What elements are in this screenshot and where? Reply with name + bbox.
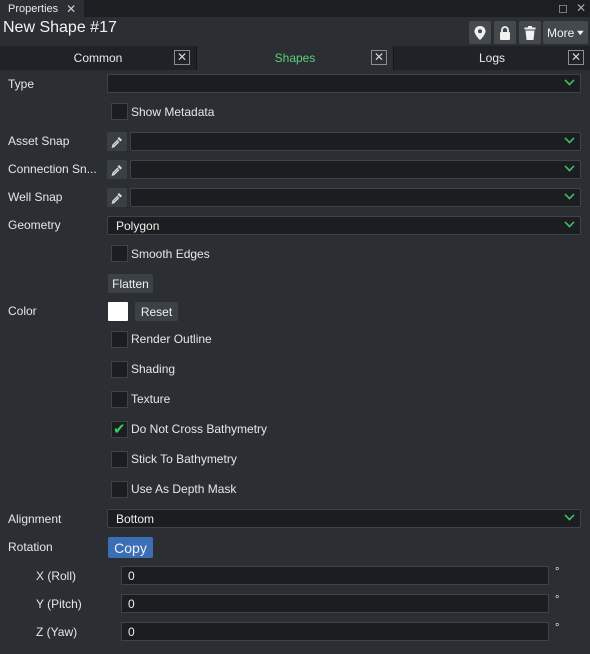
tab-common[interactable]: Common ✕ — [0, 46, 197, 70]
eyedropper-icon — [111, 192, 122, 204]
x-roll-input[interactable]: 0 — [121, 566, 549, 585]
render-outline-label: Render Outline — [131, 332, 212, 346]
reset-color-button[interactable]: Reset — [135, 302, 178, 321]
shading-label: Shading — [131, 362, 176, 376]
type-dropdown[interactable] — [107, 74, 581, 93]
tab-logs[interactable]: Logs ✕ — [394, 46, 590, 70]
do-not-cross-bathymetry-checkbox[interactable] — [111, 420, 128, 438]
type-label: Type — [8, 77, 35, 91]
stick-to-bathymetry-label: Stick To Bathymetry — [131, 452, 237, 466]
alignment-label: Alignment — [8, 512, 62, 526]
smooth-edges-label: Smooth Edges — [131, 247, 210, 261]
geometry-dropdown[interactable]: Polygon — [107, 216, 581, 235]
do-not-cross-bathymetry-label: Do Not Cross Bathymetry — [131, 422, 268, 436]
show-metadata-label: Show Metadata — [131, 105, 215, 119]
degree-unit: ° — [555, 594, 560, 606]
eyedropper-icon — [111, 136, 122, 148]
geometry-label: Geometry — [8, 218, 61, 232]
tab-close-icon[interactable]: ✕ — [371, 50, 387, 65]
window-controls: ◻ ✕ — [558, 1, 586, 15]
degree-unit: ° — [555, 622, 560, 634]
color-label: Color — [8, 304, 37, 318]
z-yaw-value: 0 — [128, 625, 135, 639]
alignment-value: Bottom — [116, 512, 155, 526]
alignment-dropdown[interactable]: Bottom — [107, 509, 581, 528]
rotation-label: Rotation — [8, 540, 53, 554]
y-pitch-label: Y (Pitch) — [36, 597, 82, 611]
depth-mask-checkbox[interactable] — [111, 481, 128, 498]
chevron-down-icon — [564, 189, 575, 200]
x-roll-value: 0 — [128, 569, 135, 583]
asset-snap-label: Asset Snap — [8, 134, 70, 148]
chevron-down-icon — [564, 161, 575, 172]
texture-checkbox[interactable] — [111, 391, 128, 408]
y-pitch-input[interactable]: 0 — [121, 594, 549, 613]
z-yaw-input[interactable]: 0 — [121, 622, 549, 641]
render-outline-checkbox[interactable] — [111, 331, 128, 348]
chevron-down-icon — [564, 133, 575, 144]
location-pin-icon — [474, 25, 486, 40]
tab-shapes[interactable]: Shapes ✕ — [197, 46, 394, 70]
connection-snap-picker-button[interactable] — [107, 160, 127, 179]
depth-mask-label: Use As Depth Mask — [131, 482, 237, 496]
asset-snap-dropdown[interactable] — [130, 132, 581, 151]
close-icon[interactable]: ✕ — [66, 2, 76, 16]
copy-rotation-button[interactable]: Copy — [108, 537, 153, 558]
tab-label: Logs — [478, 51, 506, 65]
well-snap-picker-button[interactable] — [107, 188, 127, 207]
window-close-icon[interactable]: ✕ — [576, 1, 586, 15]
more-button-label: More — [547, 25, 575, 40]
tab-close-icon[interactable]: ✕ — [174, 50, 190, 65]
shading-checkbox[interactable] — [111, 361, 128, 378]
chevron-down-icon — [564, 75, 575, 86]
panel-tab-label: Properties — [8, 2, 59, 15]
tab-label: Shapes — [274, 51, 316, 65]
tab-label: Common — [73, 51, 123, 65]
connection-snap-dropdown[interactable] — [130, 160, 581, 179]
well-snap-label: Well Snap — [8, 190, 63, 204]
lock-button[interactable] — [494, 21, 516, 44]
tab-close-icon[interactable]: ✕ — [568, 50, 584, 65]
geometry-value: Polygon — [116, 219, 160, 233]
color-swatch[interactable] — [108, 302, 128, 321]
window-titlebar: Properties ✕ ◻ ✕ — [0, 0, 590, 17]
locate-button[interactable] — [469, 21, 491, 44]
chevron-down-icon — [564, 217, 575, 228]
smooth-edges-checkbox[interactable] — [111, 245, 128, 262]
restore-icon[interactable]: ◻ — [558, 1, 568, 15]
trash-icon — [524, 25, 536, 40]
x-roll-label: X (Roll) — [36, 569, 77, 583]
degree-unit: ° — [555, 566, 560, 578]
stick-to-bathymetry-checkbox[interactable] — [111, 451, 128, 468]
well-snap-dropdown[interactable] — [130, 188, 581, 207]
delete-button[interactable] — [519, 21, 541, 44]
texture-label: Texture — [131, 392, 171, 406]
lock-icon — [500, 25, 510, 40]
eyedropper-icon — [111, 164, 122, 176]
tab-bar: Common ✕ Shapes ✕ Logs ✕ — [0, 46, 590, 70]
chevron-down-icon — [564, 510, 575, 521]
show-metadata-checkbox[interactable] — [111, 103, 128, 120]
more-menu-button[interactable]: More — [543, 21, 588, 44]
z-yaw-label: Z (Yaw) — [36, 625, 78, 639]
page-title: New Shape #17 — [3, 19, 117, 36]
properties-panel-tab[interactable]: Properties ✕ — [0, 0, 84, 17]
connection-snap-label: Connection Sn... — [8, 162, 97, 176]
caret-down-icon — [577, 30, 584, 35]
properties-header: New Shape #17 More — [0, 17, 590, 46]
asset-snap-picker-button[interactable] — [107, 132, 127, 151]
y-pitch-value: 0 — [128, 597, 135, 611]
flatten-button[interactable]: Flatten — [108, 274, 153, 293]
